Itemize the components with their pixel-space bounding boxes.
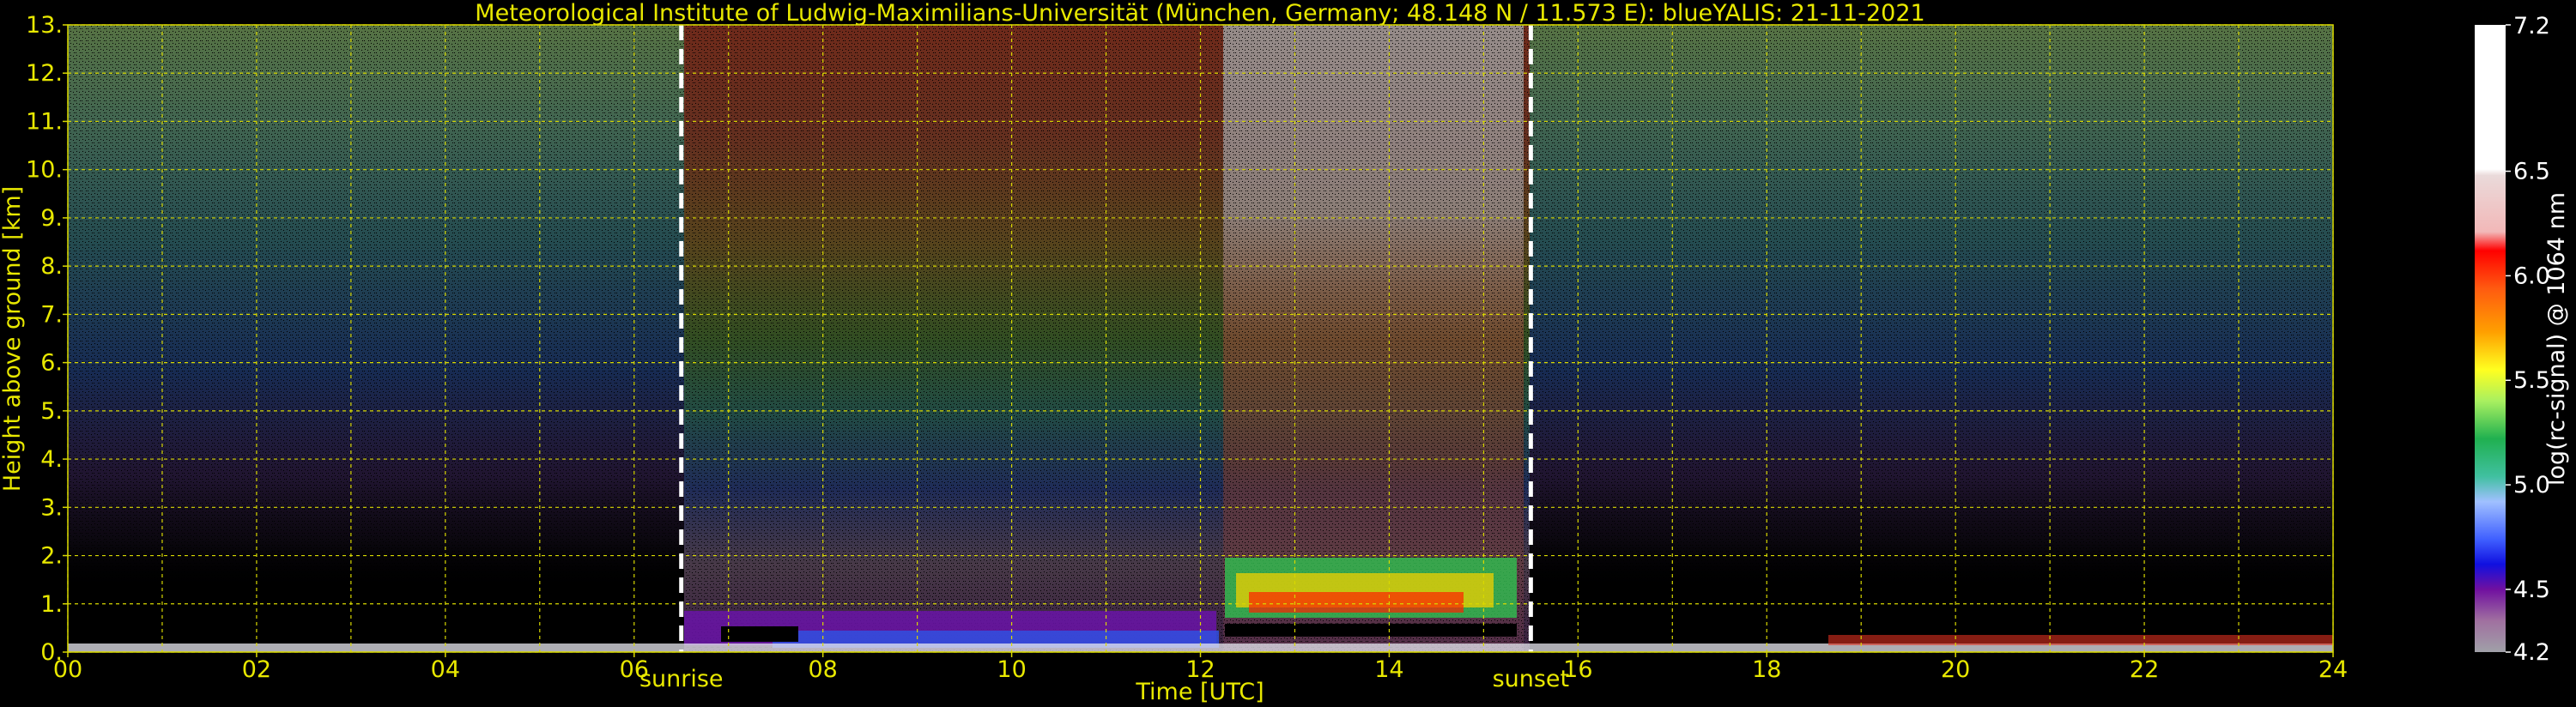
colorbar: [2475, 25, 2506, 652]
y-tick-label: 1.: [40, 591, 63, 618]
x-tick-label: 16: [1563, 656, 1592, 683]
colorbar-tick-label: 4.5: [2513, 577, 2550, 603]
noise-texture: [68, 25, 2333, 652]
x-axis-label: Time [UTC]: [1135, 679, 1264, 705]
lidar-chart: Meteorological Institute of Ludwig-Maxim…: [0, 0, 2570, 705]
chart-title: Meteorological Institute of Ludwig-Maxim…: [475, 0, 1924, 27]
colorbar-tick-label: 4.2: [2513, 639, 2550, 666]
x-tick-label: 20: [1941, 656, 1970, 683]
y-tick-label: 7.: [40, 301, 63, 328]
x-tick-label: 08: [808, 656, 837, 683]
y-tick-label: 10.: [26, 157, 63, 184]
y-tick-label: 2.: [40, 543, 63, 570]
y-tick-label: 5.: [40, 398, 63, 425]
event-label-sunrise: sunrise: [639, 666, 724, 692]
x-tick-label: 18: [1752, 656, 1781, 683]
y-tick-label: 8.: [40, 253, 63, 280]
cloud-layer-black-noon: [1225, 624, 1517, 637]
x-tick-label: 00: [53, 656, 82, 683]
x-tick-label: 22: [2130, 656, 2159, 683]
cloud-layer-colored-red: [1249, 592, 1464, 613]
y-tick-label: 6.: [40, 350, 63, 377]
y-axis-label: Height above ground [km]: [0, 186, 26, 492]
colorbar-label: log(rc-signal) @ 1064 nm: [2543, 192, 2570, 486]
event-label-sunset: sunset: [1493, 666, 1570, 692]
colorbar-tick-label: 6.5: [2513, 159, 2550, 185]
x-tick-label: 04: [431, 656, 460, 683]
x-tick-label: 14: [1374, 656, 1403, 683]
surface-layer-red: [1828, 635, 2333, 645]
y-tick-label: 4.: [40, 446, 63, 473]
y-tick-label: 11.: [26, 108, 63, 135]
y-tick-label: 12.: [26, 60, 63, 87]
y-tick-label: 3.: [40, 494, 63, 521]
cloud-layer-black: [721, 626, 798, 642]
colorbar-tick-label: 7.2: [2513, 13, 2550, 39]
x-tick-label: 02: [242, 656, 271, 683]
x-tick-label: 06: [620, 656, 649, 683]
heatmap-image: [68, 25, 2333, 652]
y-ticks: 0.1.2.3.4.5.6.7.8.9.10.11.12.13.: [26, 12, 68, 666]
x-tick-label: 24: [2318, 656, 2348, 683]
x-tick-label: 10: [997, 656, 1026, 683]
y-tick-label: 13.: [26, 12, 63, 39]
y-tick-label: 9.: [40, 205, 63, 232]
